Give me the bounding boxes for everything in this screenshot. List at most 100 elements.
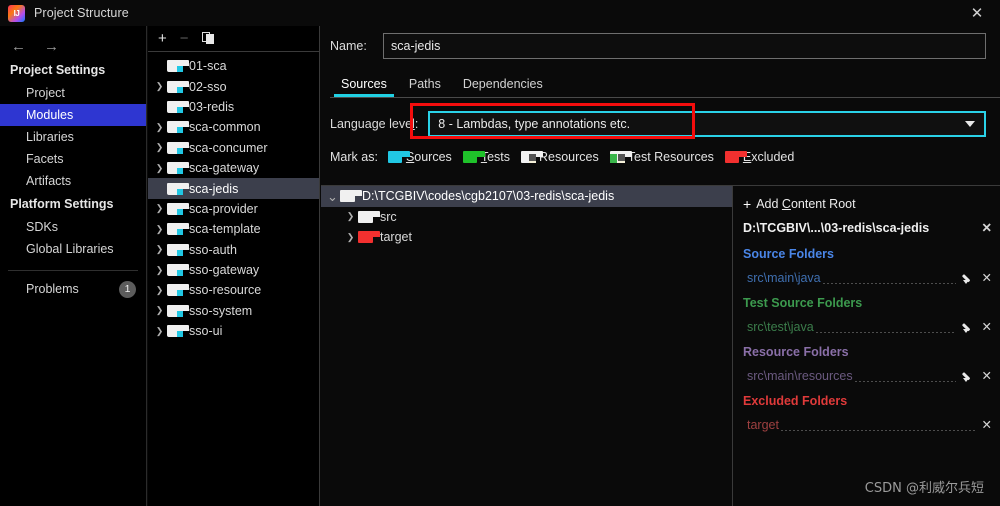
module-list-item[interactable]: ❯ sca-concumer (148, 138, 319, 158)
remove-module-button[interactable]: − (180, 31, 189, 46)
module-folder-icon (167, 223, 189, 236)
remove-folder-icon[interactable]: ✕ (982, 272, 992, 285)
module-list-item-label: sso-auth (189, 242, 237, 257)
chevron-right-icon[interactable]: ❯ (152, 204, 167, 213)
module-list-item[interactable]: ❯sca-jedis (148, 178, 319, 199)
remove-folder-icon[interactable]: ✕ (982, 321, 992, 334)
close-icon[interactable]: ✕ (954, 0, 1000, 26)
chevron-right-icon[interactable]: ❯ (152, 143, 167, 152)
mark-as-test-resources[interactable]: Test Resources (609, 150, 714, 164)
pencil-icon[interactable] (962, 321, 975, 334)
chevron-down-icon[interactable]: ⌄ (325, 190, 340, 203)
module-list-item[interactable]: ❯ 02-sso (148, 76, 319, 96)
project-structure-dialog: Project Structure ✕ ← → Project Settings… (0, 0, 1000, 506)
module-folder-icon (167, 100, 189, 113)
module-list-item[interactable]: ❯ sso-gateway (148, 260, 319, 280)
chevron-right-icon[interactable]: ❯ (152, 285, 167, 295)
content-tree-row-label: src (380, 209, 397, 224)
sidebar-item-project[interactable]: Project (0, 82, 146, 104)
module-list-item-label: sca-template (189, 222, 261, 237)
tab-sources[interactable]: Sources (330, 77, 398, 97)
sidebar-item-problems[interactable]: Problems 1 (0, 277, 146, 299)
chevron-right-icon[interactable]: ❯ (152, 122, 167, 132)
folder-icon (609, 151, 632, 163)
section-title: Source Folders (743, 247, 834, 261)
remove-folder-icon[interactable]: ✕ (982, 370, 992, 383)
content-tree-row[interactable]: ❯ target (321, 227, 732, 248)
section-entry-row[interactable]: src\main\resources ✕ (733, 366, 1000, 386)
entry-dotted-leader (815, 332, 956, 333)
module-folder-icon (167, 162, 189, 175)
module-editor: Name: Sources Paths Dependencies Languag… (321, 26, 1000, 506)
language-level-combobox[interactable]: 8 - Lambdas, type annotations etc. (428, 111, 986, 137)
pencil-icon[interactable] (962, 370, 975, 383)
window-title-bar: Project Structure ✕ (0, 0, 1000, 26)
module-list-item-label: sso-gateway (189, 263, 260, 278)
module-list-item[interactable]: ❯ sso-system (148, 301, 319, 321)
module-list-item[interactable]: ❯ sca-common (148, 117, 319, 137)
intellij-idea-logo-icon (8, 4, 25, 22)
section-entry-row[interactable]: src\main\java ✕ (733, 268, 1000, 288)
back-arrow-icon[interactable]: ← (11, 39, 26, 54)
chevron-down-icon[interactable] (965, 121, 975, 127)
section-entry-row[interactable]: src\test\java ✕ (733, 317, 1000, 337)
watermark: CSDN @利威尔兵短 (864, 481, 984, 496)
forward-arrow-icon[interactable]: → (44, 39, 59, 54)
folder-icon (387, 151, 410, 163)
chevron-right-icon[interactable]: ❯ (343, 232, 358, 242)
module-list-item[interactable]: ❯03-redis (148, 97, 319, 117)
sidebar-item-artifacts[interactable]: Artifacts (0, 170, 146, 192)
remove-content-root-icon[interactable]: ✕ (982, 222, 992, 235)
sidebar-nav-arrows: ← → (0, 26, 146, 58)
module-list-item-label: sca-common (189, 120, 261, 135)
tab-paths[interactable]: Paths (398, 77, 452, 97)
chevron-right-icon[interactable]: ❯ (152, 82, 167, 91)
chevron-right-icon[interactable]: ❯ (152, 224, 167, 234)
modules-panel: + − ❯01-sca❯02-sso❯03-redis❯sca-common❯s… (148, 26, 320, 506)
sidebar-item-facets[interactable]: Facets (0, 148, 146, 170)
pencil-icon[interactable] (962, 272, 975, 285)
module-folder-icon (167, 60, 189, 73)
add-content-root-label: Add Content Root (756, 197, 856, 211)
sidebar-item-sdks[interactable]: SDKs (0, 216, 146, 238)
remove-folder-icon[interactable]: ✕ (982, 419, 992, 432)
section-entry-path: target (747, 418, 779, 432)
tab-dependencies[interactable]: Dependencies (452, 77, 554, 97)
module-list-item[interactable]: ❯ sso-resource (148, 280, 319, 300)
chevron-right-icon[interactable]: ❯ (152, 326, 167, 336)
copy-module-icon[interactable] (201, 32, 215, 45)
entry-dotted-leader (780, 430, 976, 431)
content-tree-row[interactable]: ⌄ D:\TCGBIV\codes\cgb2107\03-redis\sca-je… (321, 186, 732, 207)
module-name-row: Name: (321, 26, 1000, 59)
sidebar-item-libraries[interactable]: Libraries (0, 126, 146, 148)
chevron-right-icon[interactable]: ❯ (343, 212, 358, 221)
module-list-item[interactable]: ❯ sca-gateway (148, 158, 319, 178)
add-module-button[interactable]: + (158, 31, 167, 46)
sidebar-divider (8, 270, 138, 271)
chevron-right-icon[interactable]: ❯ (152, 306, 167, 315)
modules-toolbar: + − (148, 26, 319, 52)
section-entry-path: src\test\java (747, 320, 814, 334)
module-name-input[interactable] (383, 33, 986, 59)
sidebar-item-global-libraries[interactable]: Global Libraries (0, 238, 146, 260)
chevron-right-icon[interactable]: ❯ (152, 163, 167, 173)
content-tree-row[interactable]: ❯ src (321, 207, 732, 228)
mark-as-tests[interactable]: Tests (462, 150, 510, 164)
chevron-right-icon[interactable]: ❯ (152, 245, 167, 254)
mark-as-resources[interactable]: Resources (521, 150, 599, 164)
module-list-item[interactable]: ❯01-sca (148, 56, 319, 76)
section-entry-row[interactable]: target ✕ (733, 415, 1000, 435)
module-list-item[interactable]: ❯ sca-provider (148, 199, 319, 219)
mark-as-label-text: Tests (480, 150, 510, 164)
module-list-item[interactable]: ❯ sso-ui (148, 321, 319, 341)
mark-as-sources[interactable]: Sources (387, 150, 452, 164)
content-root-details: + Add Content Root D:\TCGBIV\...\03-redi… (733, 186, 1000, 506)
module-list-item[interactable]: ❯ sca-template (148, 219, 319, 239)
module-list-item[interactable]: ❯ sso-auth (148, 240, 319, 260)
module-folder-icon (167, 284, 189, 297)
mark-as-excluded[interactable]: Excluded (724, 150, 794, 164)
add-content-root-button[interactable]: + Add Content Root (733, 194, 1000, 214)
chevron-right-icon[interactable]: ❯ (152, 265, 167, 275)
sidebar-item-modules[interactable]: Modules (0, 104, 146, 126)
settings-sidebar: ← → Project Settings Project Modules Lib… (0, 26, 147, 506)
